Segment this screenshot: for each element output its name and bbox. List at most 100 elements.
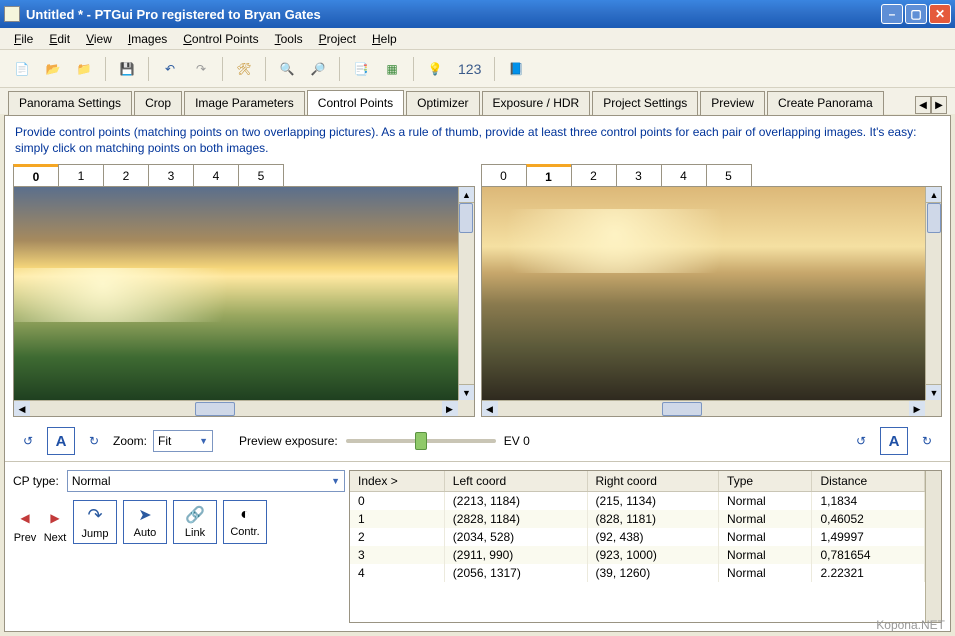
left-vscrollbar[interactable]: ▲▼	[458, 187, 474, 400]
tools-icon: 🛠	[236, 62, 251, 76]
right-tab-0[interactable]: 0	[481, 164, 527, 186]
align-button[interactable]: 🛠	[230, 55, 258, 83]
table-cell: (2911, 990)	[444, 546, 587, 564]
left-auto-button[interactable]: A	[47, 427, 75, 455]
menu-control-points[interactable]: Control Points	[175, 30, 266, 48]
tab-panorama-settings[interactable]: Panorama Settings	[8, 91, 132, 115]
col-left-coord[interactable]: Left coord	[444, 471, 587, 492]
right-rotate-cw-button[interactable]: ↻	[914, 428, 940, 454]
zoom-in-button[interactable]: 🔍	[273, 55, 301, 83]
table-cell: 1	[350, 510, 444, 528]
grid-button[interactable]: ▦	[378, 55, 406, 83]
menu-edit[interactable]: Edit	[41, 30, 78, 48]
controls-row: ↺ A ↻ Zoom: Fit ▼ Preview exposure: EV 0…	[5, 417, 950, 462]
left-rotate-cw-button[interactable]: ↻	[81, 428, 107, 454]
right-vscrollbar[interactable]: ▲▼	[925, 187, 941, 400]
add-images-button[interactable]: 📁	[70, 55, 98, 83]
maximize-button[interactable]: ▢	[905, 4, 927, 24]
tab-preview[interactable]: Preview	[700, 91, 765, 115]
tab-optimizer[interactable]: Optimizer	[406, 91, 479, 115]
numeric-button[interactable]: 123	[452, 61, 487, 77]
menu-help[interactable]: Help	[364, 30, 405, 48]
table-row[interactable]: 1(2828, 1184)(828, 1181)Normal0,46052	[350, 510, 925, 528]
tab-scroll-right[interactable]: ▶	[931, 96, 947, 114]
table-vscrollbar[interactable]	[925, 471, 941, 622]
tab-image-parameters[interactable]: Image Parameters	[184, 91, 305, 115]
minimize-button[interactable]: –	[881, 4, 903, 24]
right-tab-5[interactable]: 5	[706, 164, 752, 186]
open-project-button[interactable]: 📂	[39, 55, 67, 83]
right-tab-3[interactable]: 3	[616, 164, 662, 186]
redo-button[interactable]: ↷	[187, 55, 215, 83]
col-right-coord[interactable]: Right coord	[587, 471, 719, 492]
table-row[interactable]: 0(2213, 1184)(215, 1134)Normal1,1834	[350, 492, 925, 511]
zoom-value: Fit	[158, 434, 171, 448]
left-tab-3[interactable]: 3	[148, 164, 194, 186]
undo-button[interactable]: ↶	[156, 55, 184, 83]
tab-crop[interactable]: Crop	[134, 91, 182, 115]
contrast-button[interactable]: ◐Contr.	[223, 500, 267, 544]
auto-button[interactable]: ➤Auto	[123, 500, 167, 544]
app-icon	[4, 6, 20, 22]
left-tab-4[interactable]: 4	[193, 164, 239, 186]
left-tab-2[interactable]: 2	[103, 164, 149, 186]
link-button[interactable]: 🔗Link	[173, 500, 217, 544]
table-cell: 1,1834	[812, 492, 925, 511]
save-button[interactable]: 💾	[113, 55, 141, 83]
left-image-tabs: 0 1 2 3 4 5	[13, 164, 475, 187]
rotate-ccw-icon: ↺	[856, 434, 866, 448]
slider-handle[interactable]	[415, 432, 427, 450]
right-tab-1[interactable]: 1	[526, 164, 572, 186]
right-hscrollbar[interactable]: ◀▶	[482, 400, 926, 416]
right-tab-2[interactable]: 2	[571, 164, 617, 186]
col-index[interactable]: Index >	[350, 471, 444, 492]
tab-create-panorama[interactable]: Create Panorama	[767, 91, 884, 115]
cp-type-select[interactable]: Normal ▼	[67, 470, 345, 492]
menu-file[interactable]: File	[6, 30, 41, 48]
idea-button[interactable]: 💡	[421, 55, 449, 83]
tabstrip: Panorama Settings Crop Image Parameters …	[0, 88, 955, 114]
left-image-viewport[interactable]: ▲▼ ◀▶	[13, 187, 475, 417]
right-auto-button[interactable]: A	[880, 427, 908, 455]
col-type[interactable]: Type	[719, 471, 812, 492]
help-button[interactable]: 📘	[502, 55, 530, 83]
redo-icon: ↷	[196, 62, 206, 76]
tab-control-points[interactable]: Control Points	[307, 90, 404, 115]
tab-scroll-left[interactable]: ◀	[915, 96, 931, 114]
next-button[interactable]: ▶ Next	[43, 506, 67, 544]
zoom-out-button[interactable]: 🔎	[304, 55, 332, 83]
cp-table[interactable]: Index > Left coord Right coord Type Dist…	[350, 471, 925, 582]
new-project-button[interactable]: 📄	[8, 55, 36, 83]
left-tab-0[interactable]: 0	[13, 164, 59, 186]
tab-exposure-hdr[interactable]: Exposure / HDR	[482, 91, 591, 115]
left-hscrollbar[interactable]: ◀▶	[14, 400, 458, 416]
exposure-slider[interactable]	[346, 439, 496, 443]
file-new-icon: 📄	[15, 62, 30, 76]
table-cell: (2034, 528)	[444, 528, 587, 546]
preview-exposure-label: Preview exposure:	[239, 434, 338, 448]
zoom-select[interactable]: Fit ▼	[153, 430, 213, 452]
menu-tools[interactable]: Tools	[267, 30, 311, 48]
col-distance[interactable]: Distance	[812, 471, 925, 492]
copy-button[interactable]: 📑	[347, 55, 375, 83]
left-tab-5[interactable]: 5	[238, 164, 284, 186]
tab-project-settings[interactable]: Project Settings	[592, 91, 698, 115]
table-row[interactable]: 4(2056, 1317)(39, 1260)Normal2.22321	[350, 564, 925, 582]
prev-button[interactable]: ◀ Prev	[13, 506, 37, 544]
menu-project[interactable]: Project	[311, 30, 364, 48]
cp-controls: CP type: Normal ▼ ◀ Prev ▶ Next ↷Jump	[13, 470, 345, 623]
close-button[interactable]: ✕	[929, 4, 951, 24]
table-cell: Normal	[719, 492, 812, 511]
table-cell: 2.22321	[812, 564, 925, 582]
menu-view[interactable]: View	[78, 30, 120, 48]
table-row[interactable]: 3(2911, 990)(923, 1000)Normal0,781654	[350, 546, 925, 564]
left-tab-1[interactable]: 1	[58, 164, 104, 186]
chevron-down-icon: ▼	[199, 436, 208, 446]
table-row[interactable]: 2(2034, 528)(92, 438)Normal1,49997	[350, 528, 925, 546]
left-rotate-ccw-button[interactable]: ↺	[15, 428, 41, 454]
right-image-viewport[interactable]: ▲▼ ◀▶	[481, 187, 943, 417]
menu-images[interactable]: Images	[120, 30, 175, 48]
jump-button[interactable]: ↷Jump	[73, 500, 117, 544]
right-rotate-ccw-button[interactable]: ↺	[848, 428, 874, 454]
right-tab-4[interactable]: 4	[661, 164, 707, 186]
